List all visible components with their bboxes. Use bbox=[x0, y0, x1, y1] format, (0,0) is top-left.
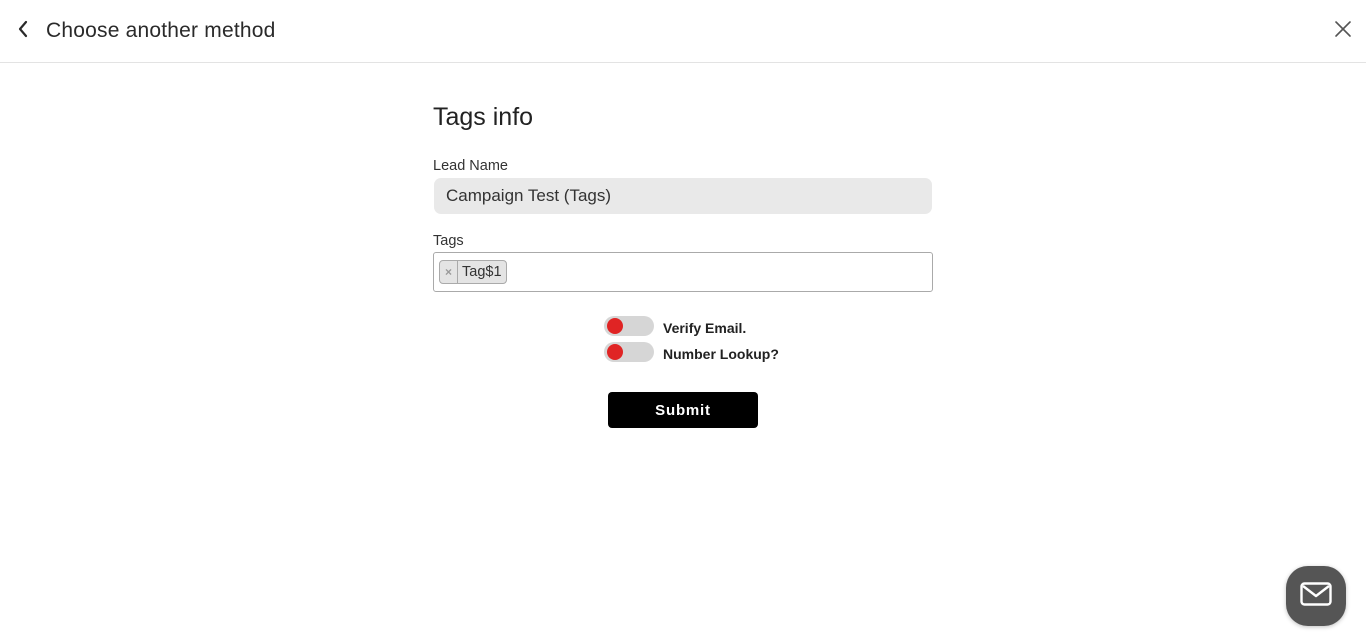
tag-chip: × Tag$1 bbox=[439, 260, 507, 284]
tag-chip-label: Tag$1 bbox=[462, 264, 502, 280]
number-lookup-toggle[interactable] bbox=[604, 342, 654, 362]
toggle-knob bbox=[607, 318, 623, 334]
form-title: Tags info bbox=[433, 103, 534, 131]
verify-email-toggle[interactable] bbox=[604, 316, 654, 336]
submit-button[interactable]: Submit bbox=[608, 392, 758, 428]
envelope-icon bbox=[1300, 581, 1332, 611]
page-header: Choose another method bbox=[0, 0, 1366, 63]
verify-email-row: Verify Email. bbox=[604, 316, 746, 336]
number-lookup-row: Number Lookup? bbox=[604, 342, 779, 362]
close-icon bbox=[1334, 20, 1352, 43]
chat-launcher-button[interactable] bbox=[1286, 566, 1346, 626]
back-button[interactable] bbox=[12, 19, 34, 43]
chevron-left-icon bbox=[17, 20, 29, 43]
tags-search-input[interactable] bbox=[510, 260, 927, 284]
page-title: Choose another method bbox=[46, 19, 276, 42]
lead-name-label: Lead Name bbox=[433, 158, 508, 174]
number-lookup-label: Number Lookup? bbox=[663, 345, 779, 362]
tags-select[interactable]: × Tag$1 bbox=[433, 252, 933, 292]
toggle-knob bbox=[607, 344, 623, 360]
verify-email-label: Verify Email. bbox=[663, 319, 747, 336]
lead-name-input[interactable] bbox=[434, 178, 932, 214]
close-button[interactable] bbox=[1332, 20, 1354, 42]
tags-label: Tags bbox=[433, 233, 464, 249]
tags-info-form: Tags info Lead Name Tags × Tag$1 Verify … bbox=[433, 100, 933, 428]
tag-remove-button[interactable]: × bbox=[440, 261, 458, 283]
